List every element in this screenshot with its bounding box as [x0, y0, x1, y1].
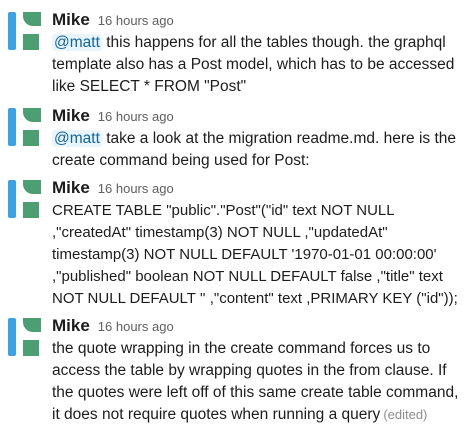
avatar-shape — [8, 318, 16, 356]
user-mention[interactable]: @matt — [52, 130, 102, 147]
message: Mike 16 hours ago @matt take a look at th… — [0, 106, 474, 170]
avatar-shape — [23, 12, 41, 26]
message-text: @matt take a look at the migration readm… — [52, 128, 466, 172]
message-body-text: this happens for all the tables though. … — [52, 34, 455, 95]
avatar-shape — [23, 202, 39, 218]
avatar-shape — [8, 12, 16, 50]
user-mention[interactable]: @matt — [52, 34, 102, 51]
author-name[interactable]: Mike — [52, 178, 90, 197]
avatar-shape — [23, 180, 41, 194]
avatar[interactable] — [8, 12, 44, 52]
timestamp[interactable]: 16 hours ago — [98, 319, 174, 334]
message-header: Mike 16 hours ago — [52, 106, 174, 128]
avatar-shape — [8, 108, 16, 146]
message-feed: Mike 16 hours ago @matt this happens for … — [0, 0, 474, 431]
message-text: @matt this happens for all the tables th… — [52, 32, 466, 98]
message-header: Mike 16 hours ago — [52, 10, 174, 32]
message: Mike 16 hours ago the quote wrapping in t… — [0, 316, 474, 426]
timestamp[interactable]: 16 hours ago — [98, 181, 174, 196]
message-header: Mike 16 hours ago — [52, 178, 174, 200]
avatar[interactable] — [8, 180, 44, 220]
message-body-text: take a look at the migration readme.md. … — [52, 130, 456, 169]
avatar[interactable] — [8, 318, 44, 358]
avatar-shape — [8, 180, 16, 218]
avatar-shape — [23, 318, 41, 332]
timestamp[interactable]: 16 hours ago — [98, 13, 174, 28]
message: Mike 16 hours ago CREATE TABLE "public"."… — [0, 178, 474, 308]
message: Mike 16 hours ago @matt this happens for … — [0, 10, 474, 96]
message-header: Mike 16 hours ago — [52, 316, 174, 338]
author-name[interactable]: Mike — [52, 316, 90, 335]
timestamp[interactable]: 16 hours ago — [98, 109, 174, 124]
avatar-shape — [23, 130, 39, 146]
avatar-shape — [23, 108, 41, 122]
author-name[interactable]: Mike — [52, 10, 90, 29]
message-text: CREATE TABLE "public"."Post"("id" text N… — [52, 202, 458, 307]
avatar-shape — [23, 340, 39, 356]
edited-label: (edited) — [383, 407, 428, 422]
message-text: the quote wrapping in the create command… — [52, 338, 466, 426]
author-name[interactable]: Mike — [52, 106, 90, 125]
avatar-shape — [23, 34, 39, 50]
avatar[interactable] — [8, 108, 44, 148]
